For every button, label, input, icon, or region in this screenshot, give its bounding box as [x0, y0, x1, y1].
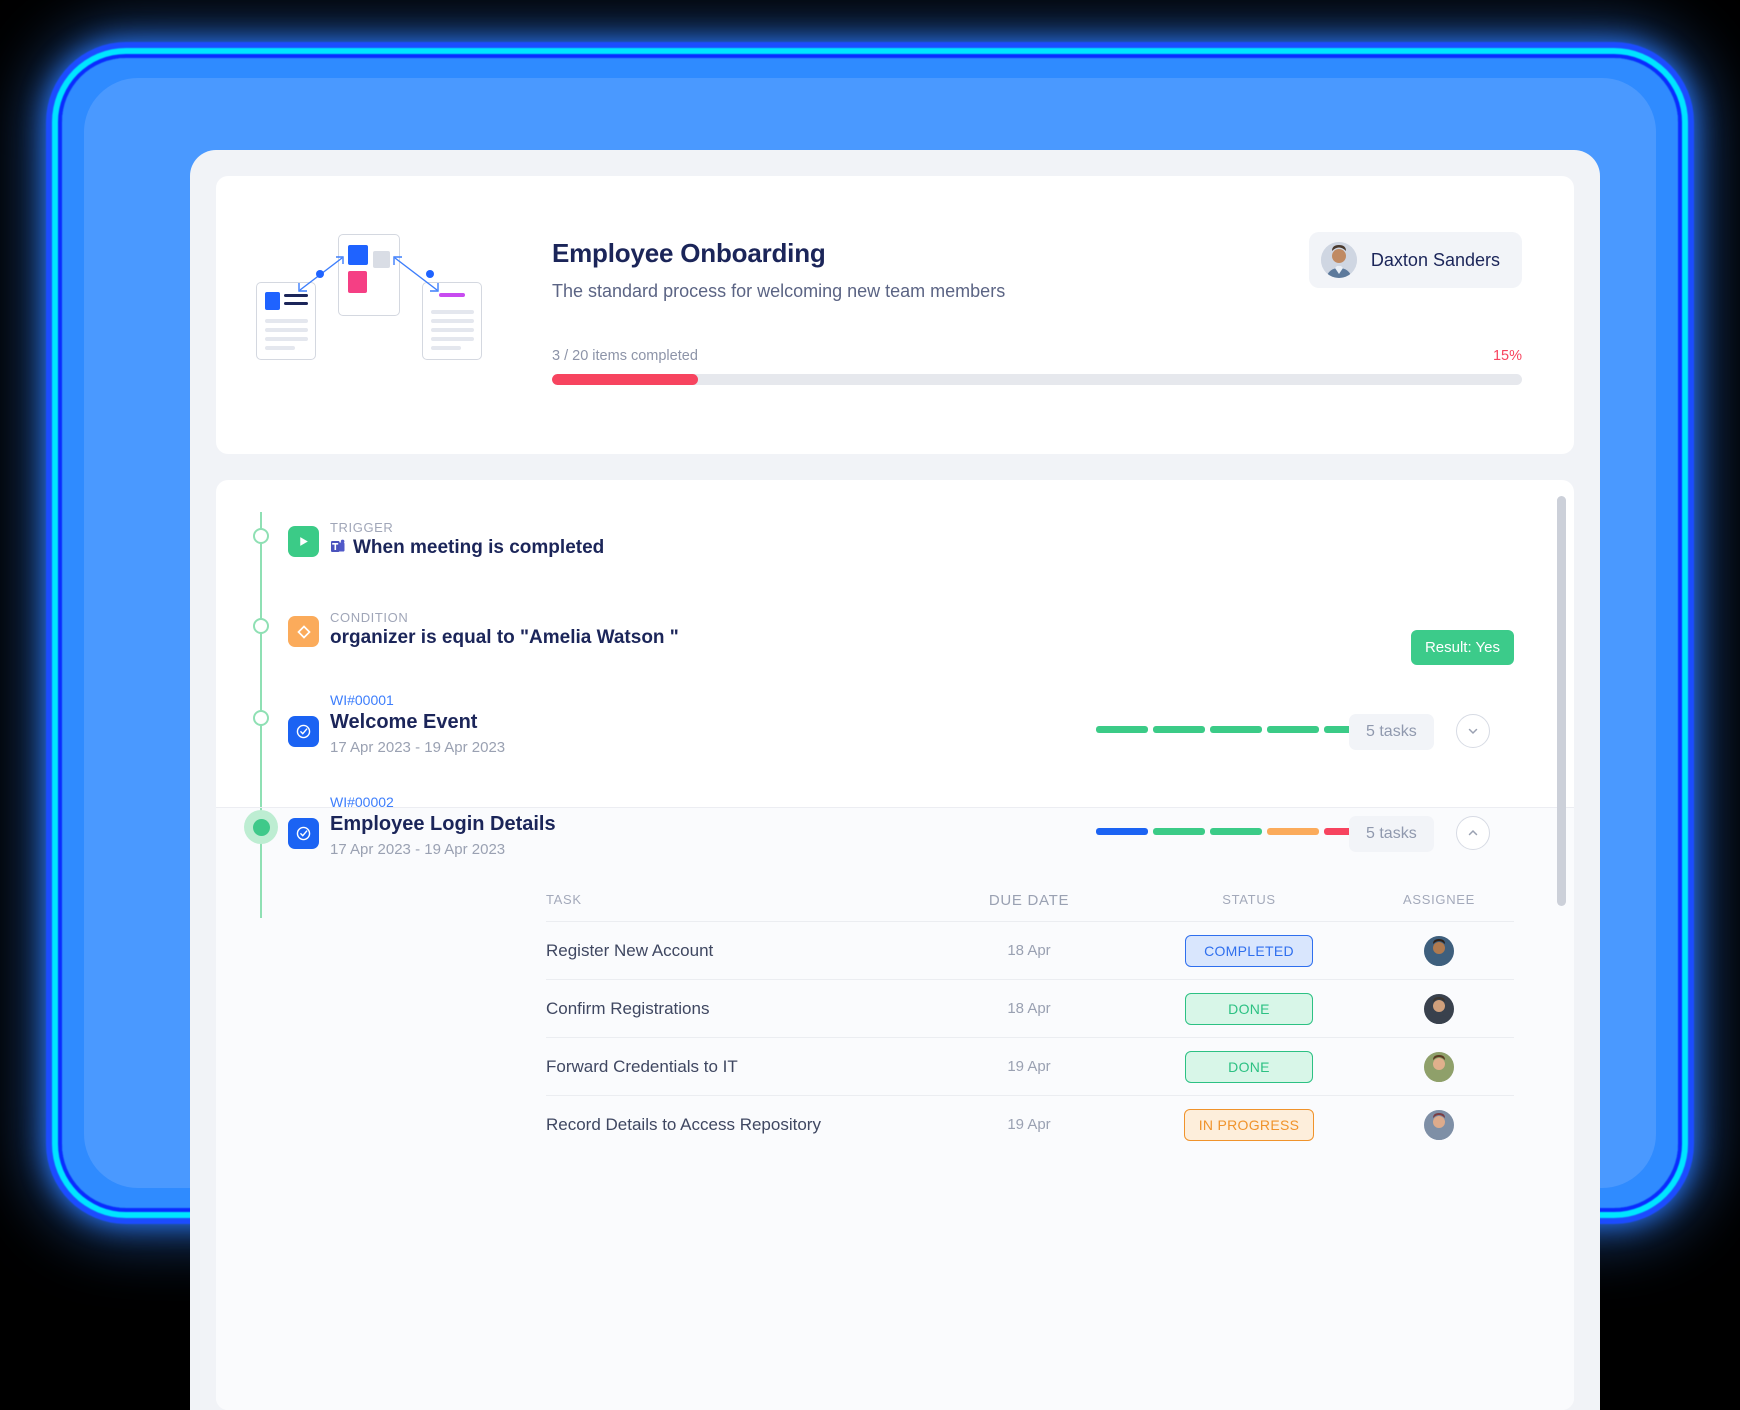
work-item-segment-bar — [1096, 828, 1376, 835]
progress-bar — [552, 374, 1522, 385]
status-cell: COMPLETED — [1134, 934, 1364, 967]
task-table-header: TASK DUE DATE STATUS ASSIGNEE — [546, 892, 1514, 921]
task-name: Confirm Registrations — [546, 998, 710, 1018]
illustration-line — [431, 310, 474, 314]
column-header-due-date: DUE DATE — [988, 892, 1070, 909]
illustration-line — [431, 346, 461, 350]
avatar[interactable] — [1424, 935, 1454, 966]
avatar — [1320, 242, 1357, 278]
trigger-title: When meeting is completed — [353, 537, 605, 558]
condition-kicker: CONDITION — [330, 610, 409, 625]
user-chip-name: Daxton Sanders — [1370, 249, 1500, 270]
status-badge[interactable]: IN PROGRESS — [1183, 1108, 1315, 1141]
work-item-segment-bar — [1096, 726, 1376, 733]
task-table-body: Register New Account 18 Apr COMPLETED Confi… — [546, 921, 1514, 1153]
progress-bar-fill — [552, 374, 698, 385]
diamond-icon — [288, 616, 319, 647]
process-illustration — [250, 224, 500, 394]
trigger-row[interactable]: TRIGGER When meeting is completed — [216, 520, 1574, 561]
status-badge[interactable]: DONE — [1185, 1050, 1313, 1083]
status-badge[interactable]: DONE — [1185, 992, 1313, 1025]
column-header-status: STATUS — [1222, 892, 1276, 907]
column-header-task: TASK — [546, 892, 582, 907]
work-item-id[interactable]: WI#00002 — [330, 794, 1574, 810]
illustration-square-blue — [348, 245, 368, 265]
status-cell: IN PROGRESS — [1134, 1108, 1364, 1141]
illustration-arrow-right — [393, 256, 439, 292]
workflow-scroll-area: TRIGGER When meeting is completed CONDIT… — [216, 480, 1574, 1410]
process-header-card: Employee Onboarding The standard process… — [216, 176, 1574, 454]
work-item-task-count: 5 tasks — [1349, 714, 1434, 750]
table-row[interactable]: Register New Account 18 Apr COMPLETED — [546, 921, 1514, 979]
task-name: Register New Account — [546, 940, 714, 960]
avatar[interactable] — [1424, 1051, 1454, 1082]
status-cell: DONE — [1134, 992, 1364, 1025]
condition-result-badge: Result: Yes — [1410, 630, 1514, 665]
chevron-down-icon[interactable] — [1456, 714, 1490, 748]
play-icon — [288, 526, 319, 557]
progress-label: 3 / 20 items completed — [552, 348, 698, 364]
illustration-square-grey — [373, 251, 390, 268]
condition-row[interactable]: CONDITION organizer is equal to "Amelia … — [216, 610, 1574, 665]
task-due-date: 18 Apr — [1007, 942, 1051, 959]
table-row[interactable]: Confirm Registrations 18 Apr DONE — [546, 979, 1514, 1037]
work-item-row-2[interactable]: WI#00002 Employee Login Details 17 Apr 2… — [216, 794, 1574, 858]
assignee-cell — [1364, 1109, 1514, 1140]
work-item-task-count: 5 tasks — [1349, 816, 1434, 852]
app-window: Employee Onboarding The standard process… — [190, 150, 1600, 1410]
task-due-date: 19 Apr — [1007, 1116, 1051, 1133]
workflow-card: TRIGGER When meeting is completed CONDIT… — [216, 480, 1574, 1410]
illustration-dot — [426, 270, 434, 278]
avatar[interactable] — [1424, 993, 1454, 1024]
status-badge[interactable]: COMPLETED — [1185, 934, 1313, 967]
illustration-line — [431, 319, 474, 323]
condition-title: organizer is equal to "Amelia Watson " — [330, 627, 679, 648]
task-due-date: 18 Apr — [1007, 1000, 1051, 1017]
task-name: Record Details to Access Repository — [546, 1114, 821, 1134]
illustration-line — [284, 302, 308, 305]
chevron-up-icon[interactable] — [1456, 816, 1490, 850]
assignee-cell — [1364, 993, 1514, 1024]
user-chip[interactable]: Daxton Sanders — [1308, 232, 1522, 288]
illustration-line — [265, 319, 308, 323]
assignee-cell — [1364, 1051, 1514, 1082]
target-check-icon — [288, 818, 319, 849]
work-item-id[interactable]: WI#00001 — [330, 692, 1574, 708]
table-row[interactable]: Forward Credentials to IT 19 Apr DONE — [546, 1037, 1514, 1095]
progress-row: 3 / 20 items completed 15% — [552, 348, 1574, 364]
illustration-line — [265, 346, 295, 350]
illustration-line — [431, 337, 474, 341]
avatar[interactable] — [1424, 1109, 1454, 1140]
task-table: TASK DUE DATE STATUS ASSIGNEE Register N… — [546, 892, 1514, 1153]
microsoft-teams-icon — [330, 539, 347, 561]
illustration-line — [284, 294, 308, 297]
illustration-dot — [316, 270, 324, 278]
trigger-title-wrap: When meeting is completed — [330, 537, 1574, 561]
table-row[interactable]: Record Details to Access Repository 19 Ap… — [546, 1095, 1514, 1153]
illustration-line — [265, 337, 308, 341]
status-cell: DONE — [1134, 1050, 1364, 1083]
scrollbar-thumb[interactable] — [1557, 496, 1566, 906]
trigger-kicker: TRIGGER — [330, 520, 394, 535]
task-name: Forward Credentials to IT — [546, 1056, 738, 1076]
column-header-assignee: ASSIGNEE — [1402, 892, 1476, 907]
scrollbar[interactable] — [1557, 496, 1566, 1386]
task-due-date: 19 Apr — [1007, 1058, 1051, 1075]
illustration-square-pink — [348, 271, 367, 293]
progress-percent: 15% — [1492, 348, 1522, 364]
illustration-line-accent — [439, 293, 465, 297]
illustration-line — [265, 328, 308, 332]
illustration-thumb — [265, 292, 280, 310]
illustration-line — [431, 328, 474, 332]
target-check-icon — [288, 716, 319, 747]
work-item-row-1[interactable]: WI#00001 Welcome Event 17 Apr 2023 - 19 … — [216, 692, 1574, 756]
assignee-cell — [1364, 935, 1514, 966]
